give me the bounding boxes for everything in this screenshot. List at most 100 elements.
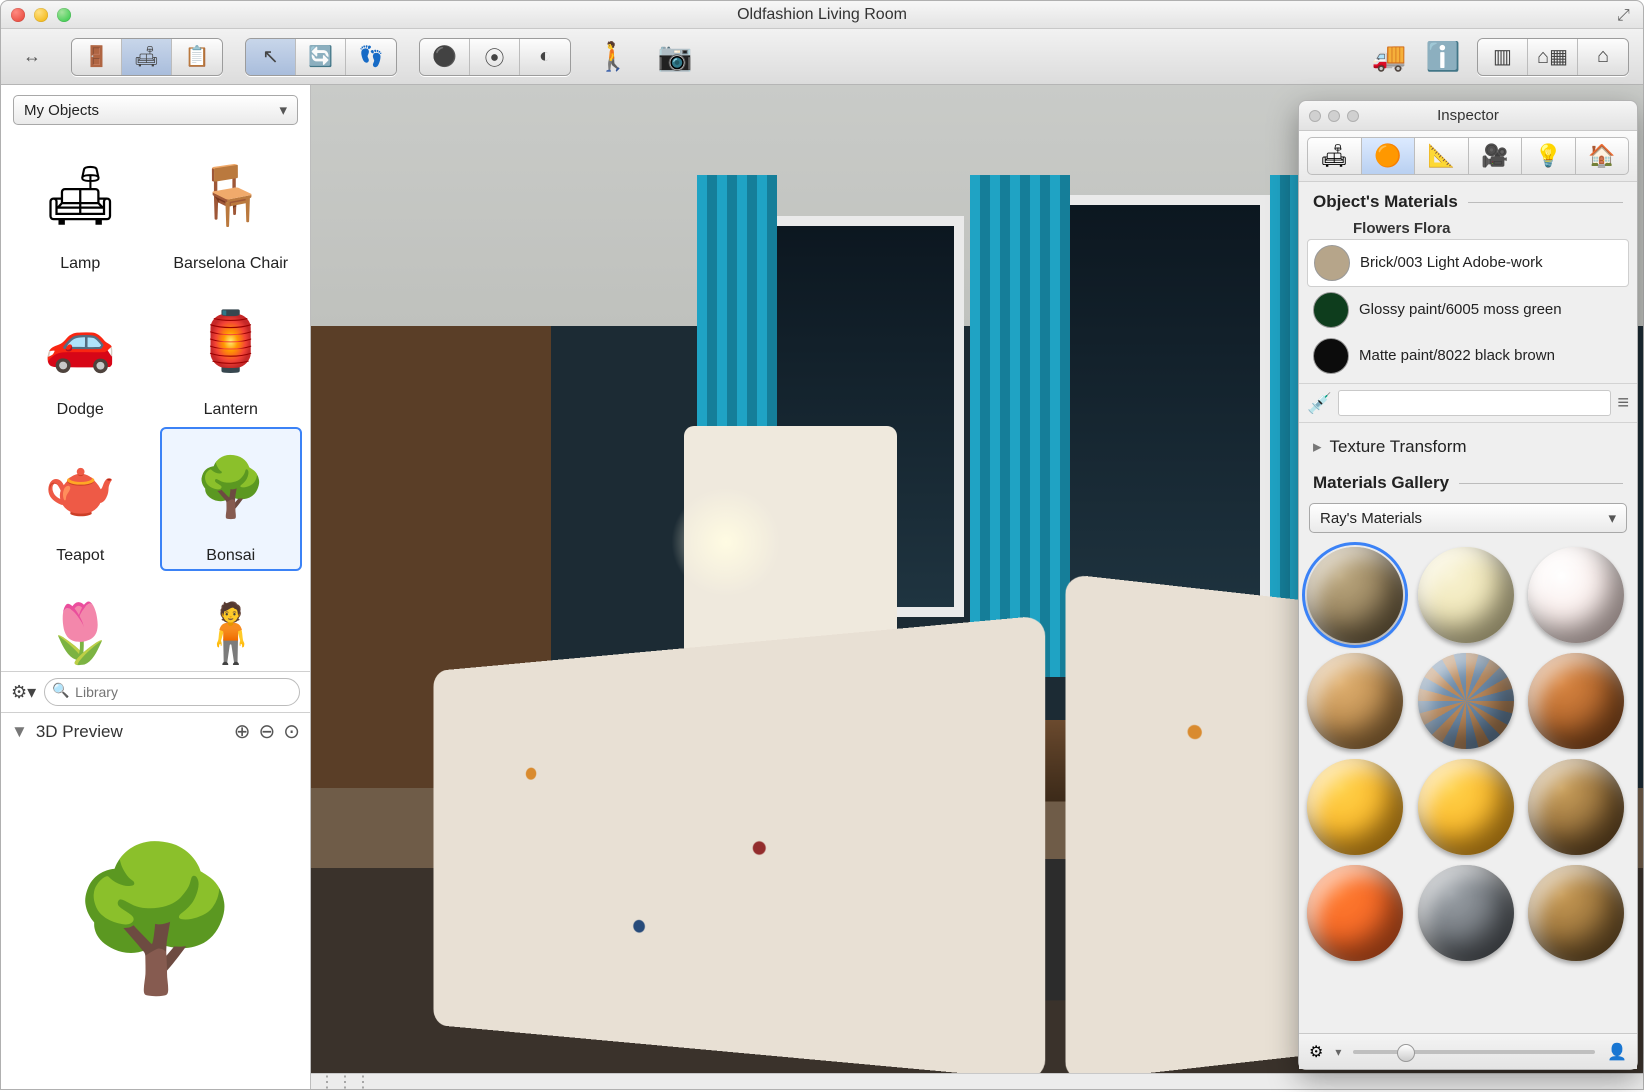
gallery-material-ball[interactable] — [1528, 865, 1624, 961]
view-segment: ▥ ⌂▦ ⌂ — [1477, 38, 1629, 76]
library-item-label: Teapot — [56, 547, 104, 565]
zoom-in-icon[interactable]: ⊕ — [234, 719, 251, 744]
splitter-handle[interactable]: ⋮⋮⋮ — [311, 1073, 1643, 1089]
materials-tab[interactable]: 🟠 — [1361, 137, 1416, 175]
library-item-barselona-chair[interactable]: 🪑 Barselona Chair — [160, 135, 303, 279]
texture-transform-label: Texture Transform — [1330, 437, 1467, 457]
tool-segment: ↖ 🔄 👣 — [245, 38, 397, 76]
render-flat-button[interactable]: ⚫ — [420, 39, 470, 75]
material-picker-row: 💉 ≡ — [1299, 383, 1637, 423]
gallery-material-ball[interactable] — [1307, 759, 1403, 855]
material-row[interactable]: Brick/003 Light Adobe-work — [1307, 239, 1629, 287]
gallery-material-ball[interactable] — [1418, 759, 1514, 855]
library-item-thumb: 🌷 — [25, 579, 135, 671]
inspector-panel: Inspector 🛋🟠📐🎥💡🏠 Object's Materials Flow… — [1298, 100, 1638, 1070]
material-list: Brick/003 Light Adobe-work Glossy paint/… — [1299, 239, 1637, 379]
orbit-tool-button[interactable]: 🔄 — [296, 39, 346, 75]
library-item-label: Lamp — [60, 255, 100, 273]
material-row[interactable]: Glossy paint/6005 moss green — [1307, 287, 1629, 333]
inspector-footer: ⚙▾ 👤 — [1299, 1033, 1637, 1069]
library-item-lantern[interactable]: 🏮 Lantern — [160, 281, 303, 425]
walkthrough-button[interactable]: 🚶 — [593, 37, 633, 77]
library-item-thumb: 🏮 — [176, 287, 286, 397]
gallery-material-ball[interactable] — [1418, 653, 1514, 749]
gallery-material-ball[interactable] — [1528, 547, 1624, 643]
light-tab[interactable]: 💡 — [1521, 137, 1576, 175]
render-textured-button[interactable]: ◐ — [520, 39, 570, 75]
material-row[interactable]: Matte paint/8022 black brown — [1307, 333, 1629, 379]
inspector-user-icon[interactable]: 👤 — [1607, 1042, 1627, 1062]
preview-title: 3D Preview — [36, 722, 123, 742]
texture-transform-header[interactable]: ▸ Texture Transform — [1299, 423, 1637, 463]
library-item-label: Barselona Chair — [173, 255, 288, 273]
library-item-teapot[interactable]: 🫖 Teapot — [9, 427, 152, 571]
object-tab[interactable]: 🛋 — [1307, 137, 1362, 175]
gallery-material-ball[interactable] — [1418, 865, 1514, 961]
library-item-person[interactable]: 🧍 Person — [160, 573, 303, 671]
preview-object-icon: 🌳 — [68, 838, 242, 1002]
zoom-out-icon[interactable]: ⊖ — [258, 719, 275, 744]
mode-segment: 🚪 🛋 📋 — [71, 38, 223, 76]
materials-section-label: Object's Materials — [1313, 192, 1458, 212]
render-shaded-button[interactable]: ⦿ — [470, 39, 520, 75]
library-item-label: Dodge — [57, 401, 104, 419]
window-title: Oldfashion Living Room — [1, 6, 1643, 24]
mode-list-button[interactable]: 📋 — [172, 39, 222, 75]
texture-disclosure-icon: ▸ — [1313, 437, 1322, 457]
gallery-material-ball[interactable] — [1307, 865, 1403, 961]
zoom-fit-icon[interactable]: ⊙ — [283, 719, 300, 744]
library-item-thumb: 🌳 — [176, 433, 286, 543]
gallery-material-ball[interactable] — [1528, 759, 1624, 855]
library-item-dodge[interactable]: 🚗 Dodge — [9, 281, 152, 425]
library-item-tulip[interactable]: 🌷 Tulip — [9, 573, 152, 671]
preview-size-slider[interactable] — [1353, 1050, 1595, 1054]
material-label: Brick/003 Light Adobe-work — [1360, 255, 1543, 272]
library-search-input[interactable] — [44, 678, 300, 706]
library-item-thumb: 🫖 — [25, 433, 135, 543]
inspector-gear-icon[interactable]: ⚙ — [1309, 1042, 1323, 1062]
camera-tab[interactable]: 🎥 — [1468, 137, 1523, 175]
gallery-material-ball[interactable] — [1307, 547, 1403, 643]
object-library-sidebar: My Objects 🛋 Lamp🪑 Barselona Chair🚗 Dodg… — [1, 85, 311, 1089]
library-item-label: Bonsai — [206, 547, 255, 565]
material-swatch — [1313, 338, 1349, 374]
info-button[interactable]: ℹ️ — [1423, 37, 1463, 77]
import-button[interactable]: 🚚 — [1369, 37, 1409, 77]
footprint-tool-button[interactable]: 👣 — [346, 39, 396, 75]
gallery-dropdown[interactable]: Ray's Materials — [1309, 503, 1627, 533]
fullscreen-icon[interactable]: ⤢ — [1617, 7, 1633, 23]
mode-furniture-button[interactable]: 🛋 — [122, 39, 172, 75]
category-dropdown[interactable]: My Objects — [13, 95, 298, 125]
close-window-button[interactable] — [11, 8, 25, 22]
window-controls — [11, 8, 71, 22]
preview-disclosure-icon[interactable]: ▼ — [11, 722, 28, 742]
material-label: Glossy paint/6005 moss green — [1359, 302, 1562, 319]
zoom-window-button[interactable] — [57, 8, 71, 22]
material-name-field[interactable] — [1338, 390, 1611, 416]
minimize-window-button[interactable] — [34, 8, 48, 22]
eyedropper-icon[interactable]: 💉 — [1307, 391, 1332, 416]
select-tool-button[interactable]: ↖ — [246, 39, 296, 75]
library-item-thumb: 🧍 — [176, 579, 286, 671]
mode-building-button[interactable]: 🚪 — [72, 39, 122, 75]
materials-section-header: Object's Materials — [1299, 182, 1637, 216]
material-list-menu-icon[interactable]: ≡ — [1617, 392, 1629, 415]
gallery-material-ball[interactable] — [1307, 653, 1403, 749]
snapshot-button[interactable]: 📷 — [655, 37, 695, 77]
object-grid: 🛋 Lamp🪑 Barselona Chair🚗 Dodge🏮 Lantern🫖… — [1, 131, 310, 671]
inspector-titlebar[interactable]: Inspector — [1299, 101, 1637, 131]
inspector-tabs: 🛋🟠📐🎥💡🏠 — [1299, 131, 1637, 182]
gallery-material-ball[interactable] — [1528, 653, 1624, 749]
view-2d-button[interactable]: ▥ — [1478, 39, 1528, 75]
library-item-lamp[interactable]: 🛋 Lamp — [9, 135, 152, 279]
preview-viewport[interactable]: 🌳 — [1, 750, 310, 1089]
library-gear-icon[interactable]: ⚙▾ — [11, 682, 36, 703]
measure-tab[interactable]: 📐 — [1414, 137, 1469, 175]
gallery-material-ball[interactable] — [1418, 547, 1514, 643]
view-split-button[interactable]: ⌂▦ — [1528, 39, 1578, 75]
view-3d-button[interactable]: ⌂ — [1578, 39, 1628, 75]
nav-back-forward-icon[interactable]: ↔ — [15, 46, 49, 68]
library-item-bonsai[interactable]: 🌳 Bonsai — [160, 427, 303, 571]
building-tab[interactable]: 🏠 — [1575, 137, 1630, 175]
titlebar: Oldfashion Living Room ⤢ — [1, 1, 1643, 29]
